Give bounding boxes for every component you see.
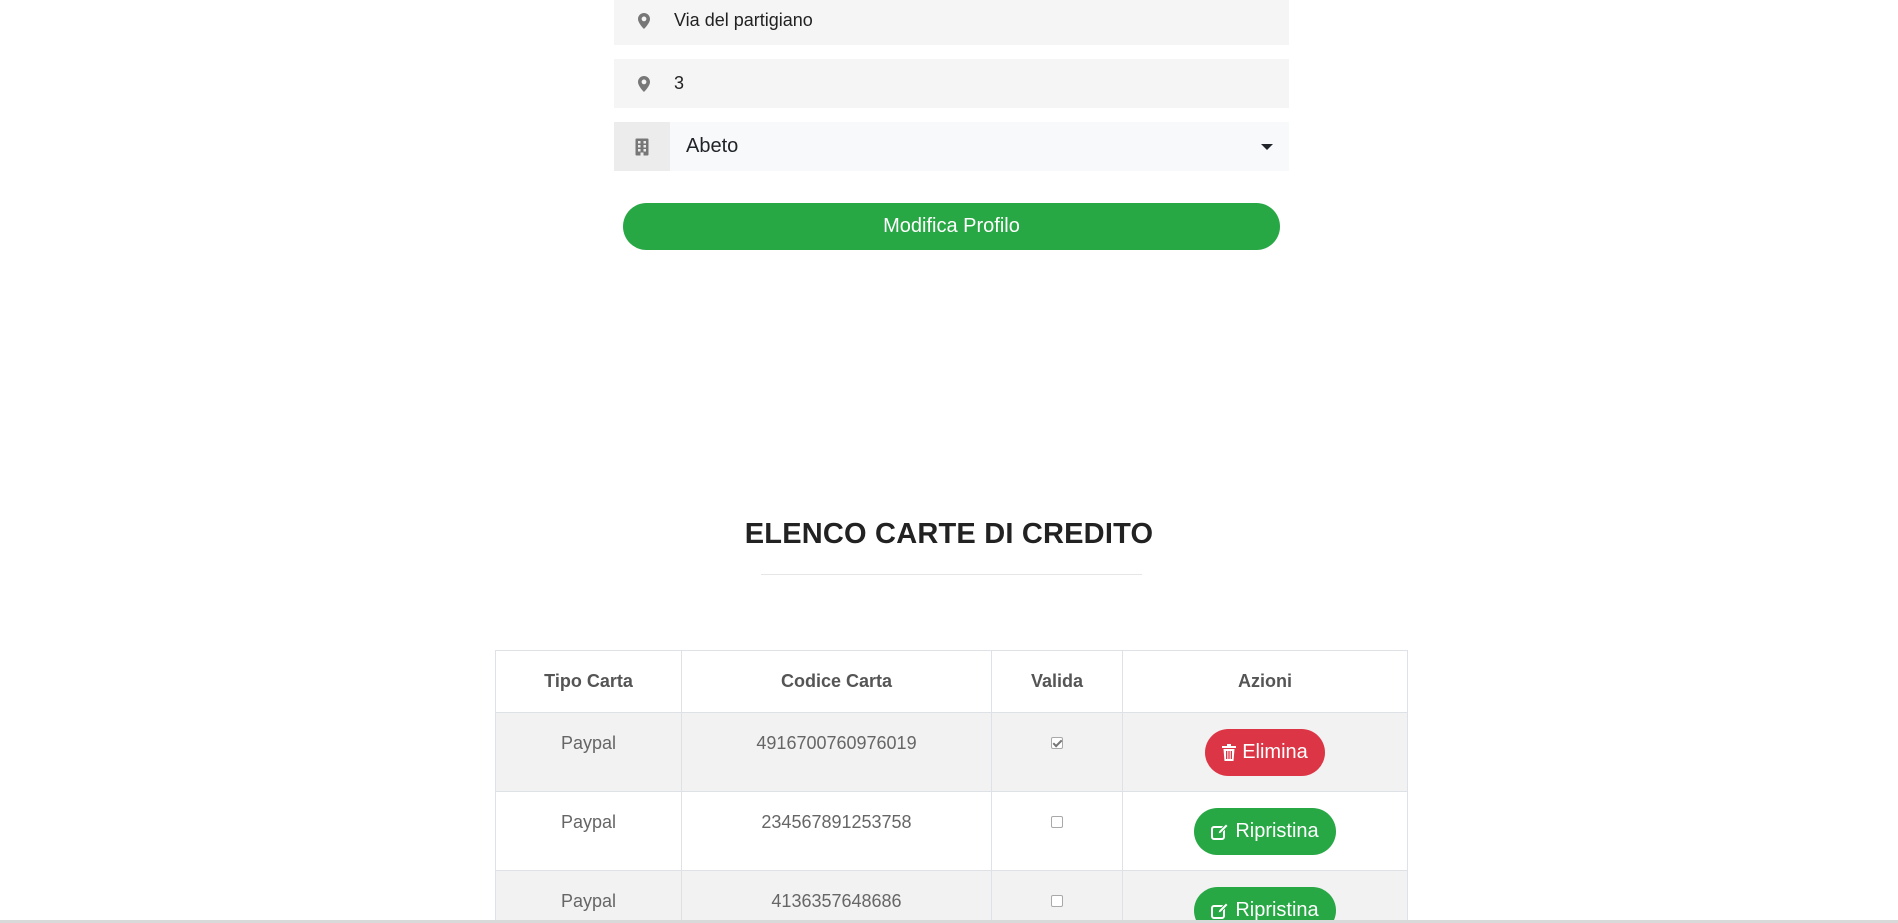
valid-checkbox[interactable] [1051,816,1063,828]
chevron-down-icon [1261,143,1273,150]
card-code-cell: 234567891253758 [681,791,992,871]
table-header-row: Tipo Carta Codice Carta Valida Azioni [495,650,1408,713]
map-marker-icon [614,75,674,92]
city-select-group: Abeto [614,122,1289,171]
map-marker-icon [614,12,674,29]
delete-card-button[interactable]: Elimina [1205,729,1325,776]
card-actions-cell: Ripristina [1122,870,1408,923]
card-type-cell: Paypal [495,712,682,792]
civic-number-value[interactable]: 3 [674,73,1289,94]
column-header-valid: Valida [991,650,1123,713]
delete-card-label: Elimina [1242,741,1308,763]
valid-checkbox[interactable] [1051,737,1063,749]
table-row: Paypal 4136357648686 Ripristina [495,870,1408,923]
building-icon [614,122,670,171]
table-row: Paypal 4916700760976019 Elimina [495,712,1408,792]
card-actions-cell: Elimina [1122,712,1408,792]
street-field[interactable]: Via del partigiano [614,0,1289,45]
card-valid-cell [991,870,1123,923]
civic-number-field[interactable]: 3 [614,59,1289,108]
column-header-type: Tipo Carta [495,650,682,713]
card-actions-cell: Ripristina [1122,791,1408,871]
card-valid-cell [991,712,1123,792]
valid-checkbox[interactable] [1051,895,1063,907]
page: Via del partigiano 3 Abeto Modifica Prof… [0,0,1898,923]
trash-icon [1222,744,1237,761]
city-select[interactable]: Abeto [670,122,1289,171]
card-code-cell: 4136357648686 [681,870,992,923]
edit-profile-button[interactable]: Modifica Profilo [623,203,1280,250]
card-type-cell: Paypal [495,791,682,871]
restore-card-button[interactable]: Ripristina [1194,808,1336,855]
restore-card-label: Ripristina [1235,820,1319,842]
credit-cards-table: Tipo Carta Codice Carta Valida Azioni Pa… [495,650,1408,923]
card-type-cell: Paypal [495,870,682,923]
restore-card-label: Ripristina [1235,899,1319,921]
column-header-actions: Azioni [1122,650,1408,713]
street-value[interactable]: Via del partigiano [674,10,1289,31]
table-row: Paypal 234567891253758 Ripristina [495,791,1408,871]
column-header-code: Codice Carta [681,650,992,713]
section-title: ELENCO CARTE DI CREDITO [744,518,1154,550]
edit-icon [1211,823,1229,840]
card-code-cell: 4916700760976019 [681,712,992,792]
city-select-value: Abeto [686,135,739,157]
card-valid-cell [991,791,1123,871]
edit-icon [1211,902,1229,919]
restore-card-button[interactable]: Ripristina [1194,887,1336,923]
title-divider [761,574,1142,575]
